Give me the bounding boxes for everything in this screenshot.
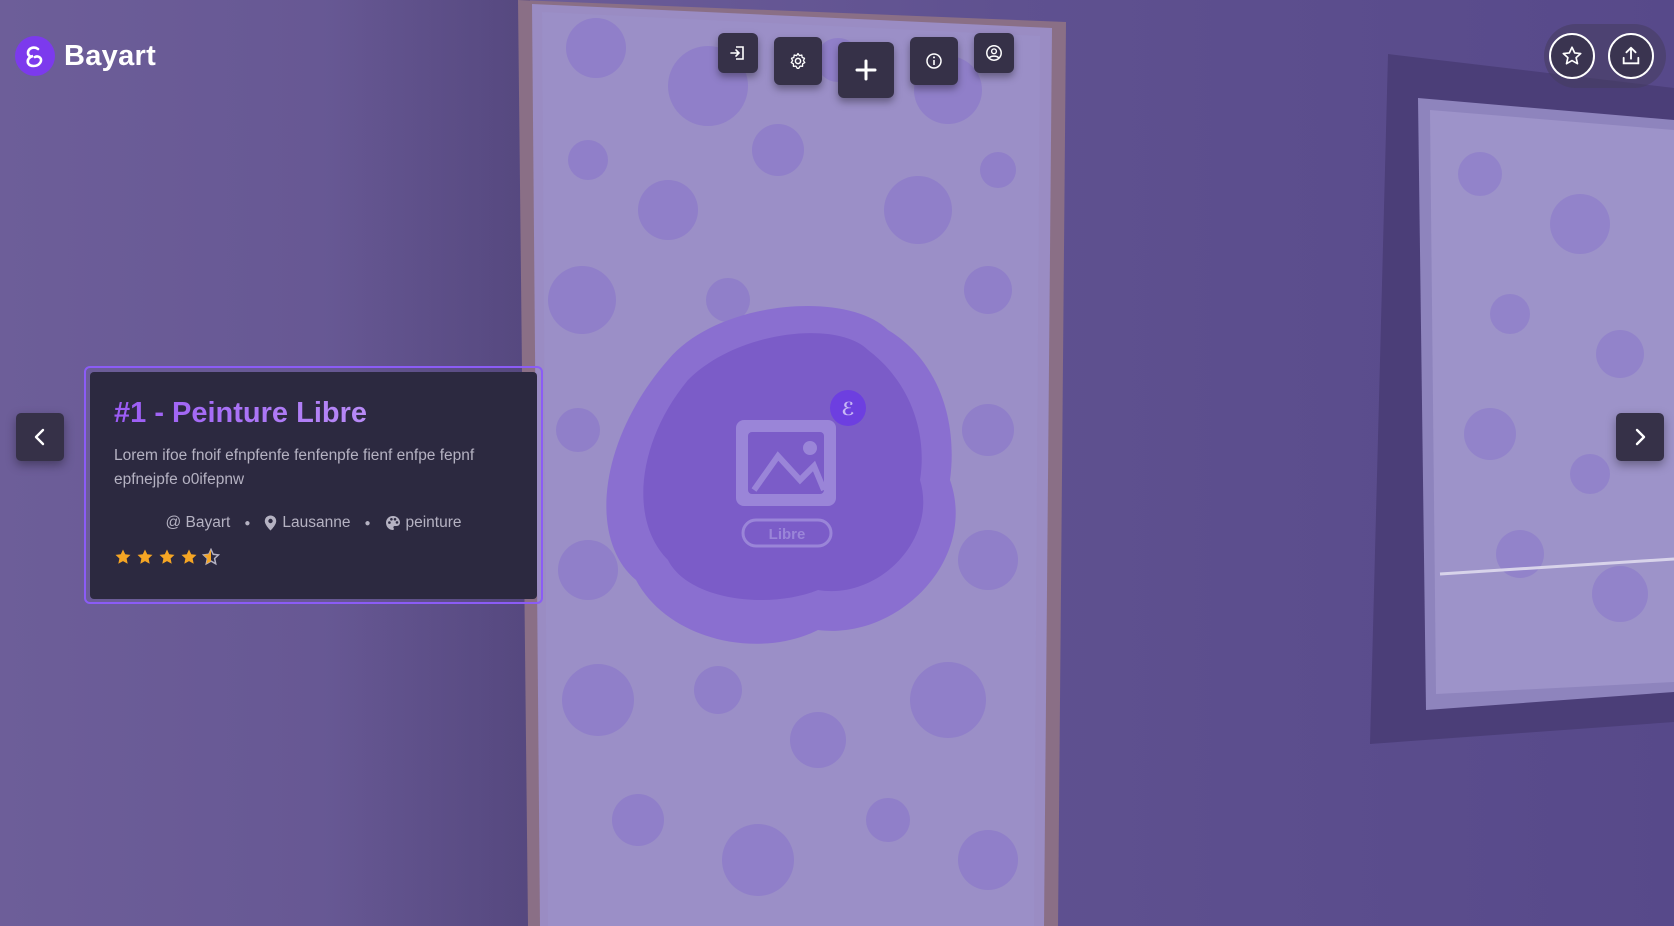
- svg-text:ℰ: ℰ: [841, 399, 854, 420]
- artwork-description: Lorem ifoe fnoif efnpfenfe fenfenpfe fie…: [114, 447, 475, 488]
- artwork-title: #1 - Peinture Libre: [114, 396, 513, 430]
- profile-button[interactable]: [974, 33, 1014, 73]
- logout-button[interactable]: [718, 33, 758, 73]
- placeholder-label: Libre: [769, 526, 806, 543]
- map-pin-icon: [265, 515, 277, 531]
- brand-name: Bayart: [64, 39, 157, 72]
- brand[interactable]: Bayart: [15, 36, 156, 76]
- artwork-rating[interactable]: [114, 548, 513, 566]
- palette-icon: [385, 516, 400, 530]
- rating-star-icon[interactable]: [114, 548, 132, 566]
- settings-button[interactable]: [774, 37, 822, 85]
- artwork-category: peinture: [385, 514, 462, 532]
- artwork-meta: @ Bayart ● Lausanne ● peinture: [114, 514, 513, 532]
- author-label: @ Bayart: [165, 514, 231, 531]
- rating-star-icon[interactable]: [202, 548, 220, 566]
- rating-star-icon[interactable]: [136, 548, 154, 566]
- add-button[interactable]: [838, 42, 894, 98]
- upload-icon: [1622, 46, 1640, 65]
- gear-icon: [790, 52, 806, 69]
- next-artwork-button[interactable]: [1616, 413, 1664, 461]
- user-circle-icon: [986, 45, 1002, 61]
- favorite-button[interactable]: [1549, 33, 1595, 79]
- artwork-location: Lausanne: [264, 514, 350, 532]
- rating-star-icon[interactable]: [158, 548, 176, 566]
- previous-artwork-button[interactable]: [16, 413, 64, 461]
- rating-star-icon[interactable]: [180, 548, 198, 566]
- info-button[interactable]: [910, 37, 958, 85]
- artwork-author[interactable]: @ Bayart: [165, 514, 230, 532]
- side-artwork-frame[interactable]: [1370, 54, 1674, 744]
- chevron-left-icon: [34, 428, 45, 446]
- logout-icon: [730, 46, 744, 60]
- info-icon: [926, 53, 942, 69]
- bayart-logo-icon: [15, 36, 55, 76]
- meta-separator: ●: [244, 517, 251, 529]
- location-label: Lausanne: [282, 514, 351, 531]
- plus-icon: [855, 59, 877, 81]
- star-icon: [1562, 46, 1582, 65]
- share-button[interactable]: [1608, 33, 1654, 79]
- artwork-info-card[interactable]: #1 - Peinture Libre Lorem ifoe fnoif efn…: [90, 372, 537, 599]
- chevron-right-icon: [1635, 428, 1646, 446]
- category-label: peinture: [405, 514, 462, 531]
- artwork-frame[interactable]: Libre ℰ: [518, 0, 1066, 926]
- meta-separator: ●: [364, 517, 371, 529]
